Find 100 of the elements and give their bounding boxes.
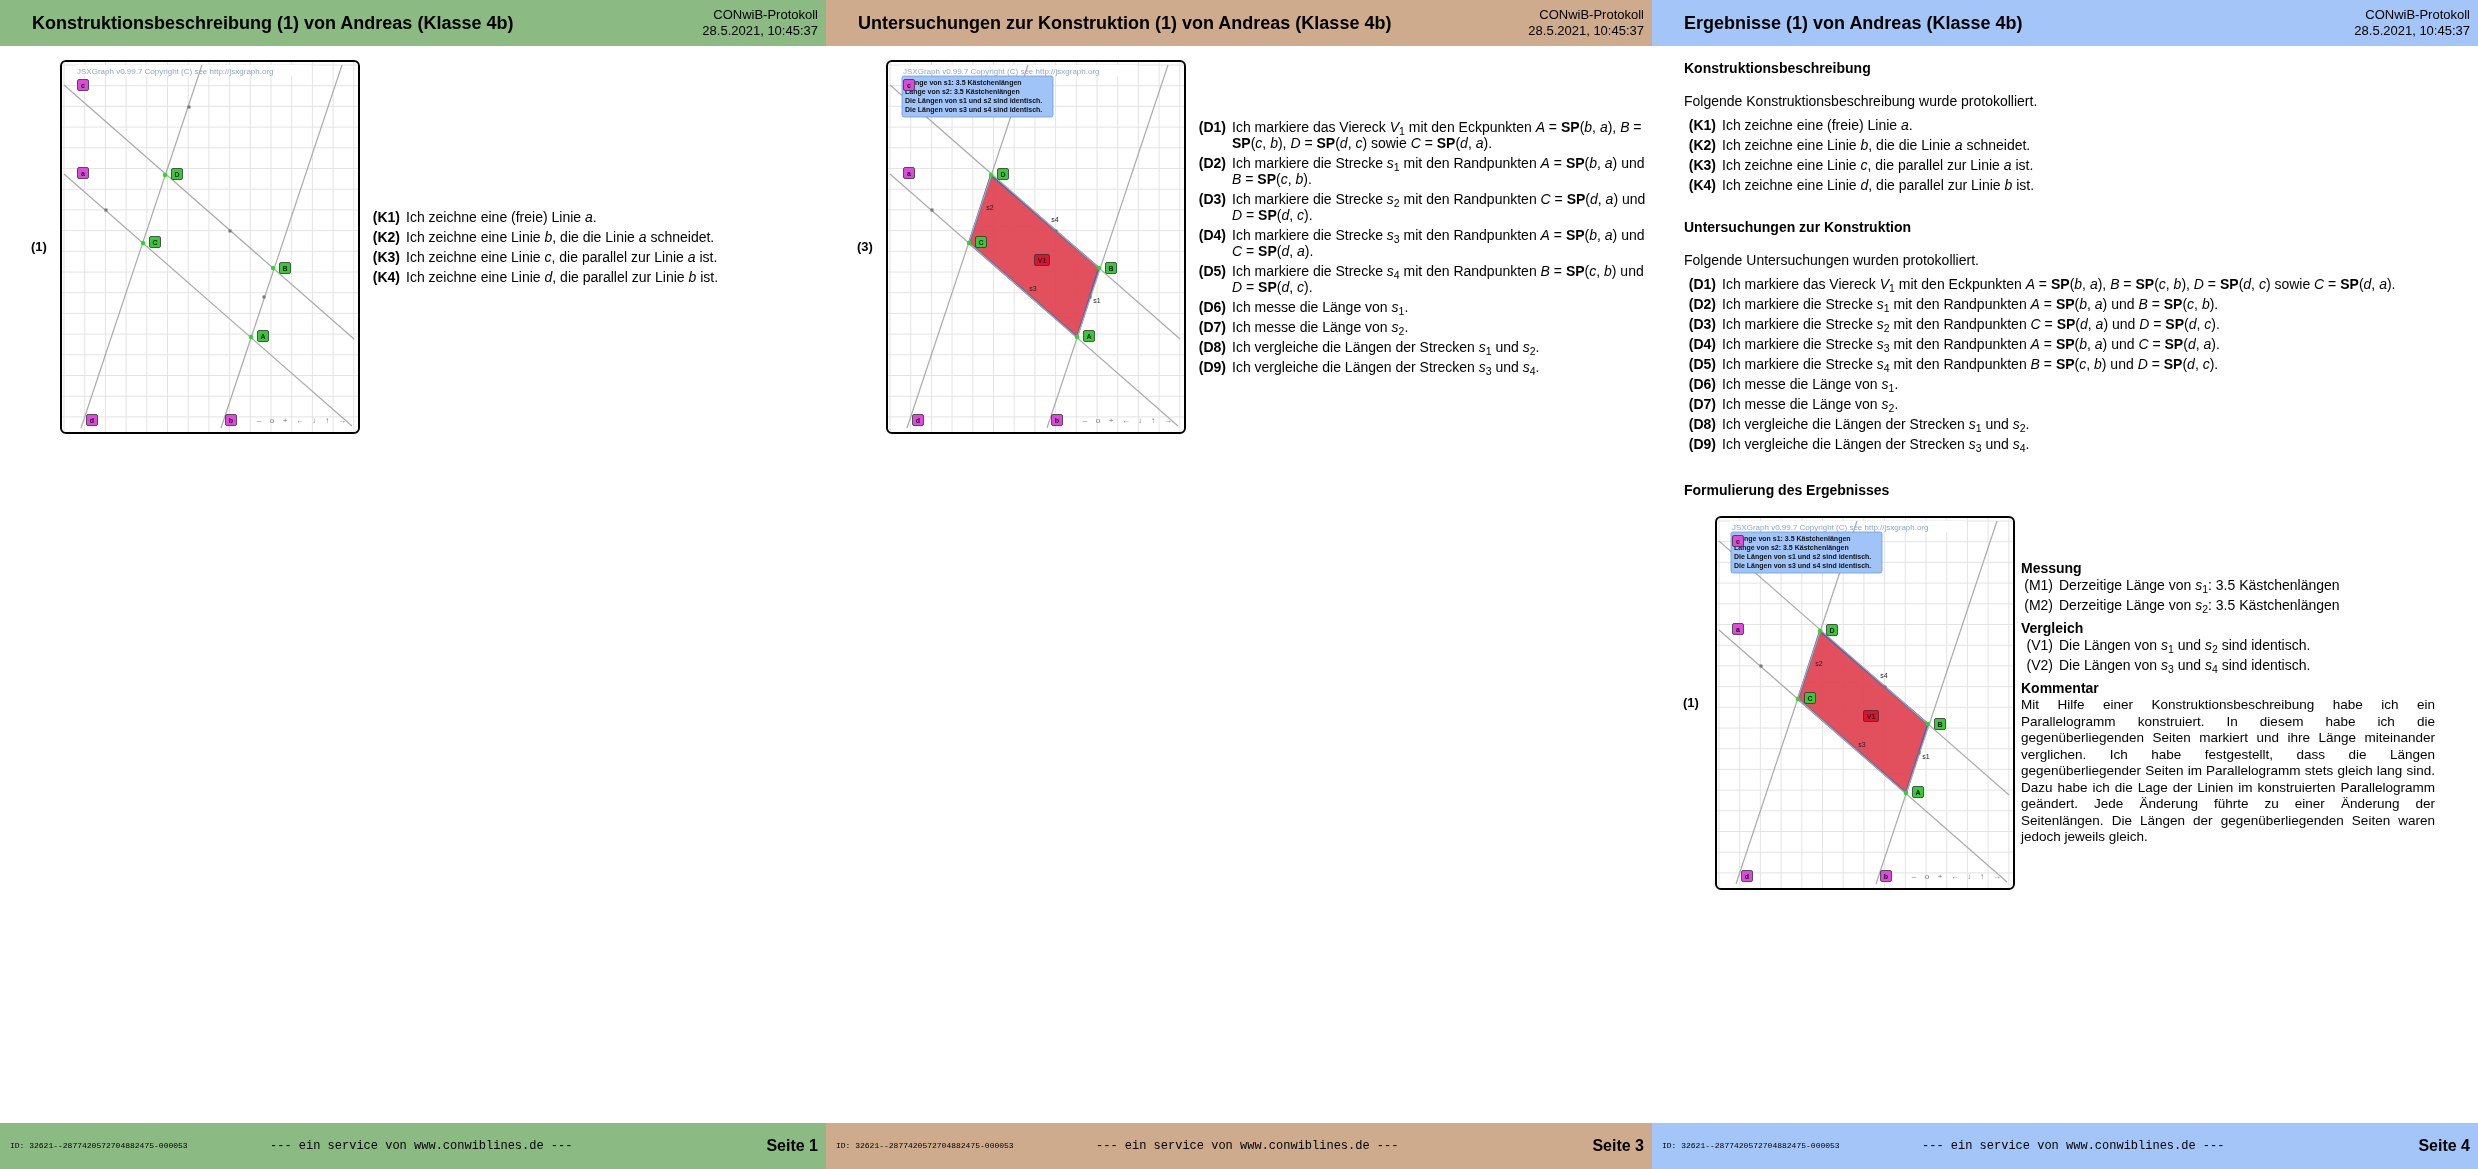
zoom-reset-button[interactable]: o [1095,416,1101,425]
step-label: (D9) [1197,359,1226,375]
pan-down-button[interactable]: ↓ [1967,872,1971,881]
step-text: Ich zeichne eine Linie b, die die Linie a schneidet. [406,229,716,245]
step-text: Ich vergleiche die Längen der Strecken s$_{3}$ und s$_{4}$. [1232,359,1541,375]
intersection-point[interactable] [162,172,168,178]
zoom-out-button[interactable]: – [1911,872,1917,881]
item-text: Die Längen von s$_{3}$ und s$_{4}$ sind identisch. [2059,657,2311,675]
step-label: (D4) [1687,336,1716,352]
glider-point[interactable] [262,295,266,299]
intersection-point[interactable] [1074,334,1080,340]
step-text: Ich markiere die Strecke s$_{4}$ mit den Randpunkten B = SP(c, b) und D = SP(d, c). [1722,356,2219,372]
step-label: (D3) [1687,316,1716,332]
pan-down-button[interactable]: ↓ [1138,416,1142,425]
step-text: Ich zeichne eine Linie d, die parallel zur Linie b ist. [406,269,720,285]
step-text: Ich markiere die Strecke s$_{3}$ mit den Randpunkten A = SP(b, a) und C = SP(d, a). [1722,336,2220,352]
zoom-reset-button[interactable]: o [1924,872,1930,881]
section-heading: Untersuchungen zur Konstruktion [1684,219,1913,235]
step-label: (D1) [1197,119,1226,137]
timestamp: 28.5.2021, 10:45:37 [702,23,818,39]
pan-right-button[interactable]: → [1164,416,1172,425]
intersection-point[interactable] [1903,790,1909,796]
zoom-out-button[interactable]: – [256,416,262,425]
step-text: Ich vergleiche die Längen der Strecken s$_{3}$ und s$_{4}$. [1722,436,2030,452]
step-text: Ich vergleiche die Längen der Strecken s$_{1}$ und s$_{2}$. [1722,416,2030,432]
step-label: (D5) [1687,356,1716,372]
step-text: Ich markiere die Strecke s$_{1}$ mit den Randpunkten A = SP(b, a) und B = SP(c, b). [1722,296,2219,312]
step-label: (K4) [371,269,400,285]
glider-point[interactable] [930,208,934,212]
page-title: Konstruktionsbeschreibung (1) von Andreas (Klasse 4b) [32,11,514,35]
intersection-point[interactable] [1795,696,1801,702]
step-text: Ich markiere die Strecke s$_{2}$ mit den Randpunkten C = SP(d, a) und D = SP(d, c). [1722,316,2220,332]
step-label: (D2) [1197,155,1226,173]
intersection-point[interactable] [1925,721,1931,727]
document-id: ID: 32621--2877420572704882475-000053 [836,1140,1015,1152]
intersection-point[interactable] [248,334,254,340]
glider-point[interactable] [1883,685,1887,689]
step-label: (D8) [1197,339,1226,355]
pan-up-button[interactable]: ↑ [1980,872,1984,881]
item-text: Die Längen von s$_{1}$ und s$_{2}$ sind identisch. [2059,637,2311,655]
step-label: (K3) [371,249,400,265]
document-id: ID: 32621--2877420572704882475-000053 [1662,1140,1841,1152]
item-text: Derzeitige Länge von s$_{1}$: 3.5 Kästchenlängen [2059,577,2340,595]
step-label: (K1) [1687,117,1716,133]
glider-point[interactable] [104,208,108,212]
protocol-name: CONwiB-Protokoll [713,7,818,23]
zoom-out-button[interactable]: – [1082,416,1088,425]
item-text: Derzeitige Länge von s$_{2}$: 3.5 Kästchenlängen [2059,597,2340,615]
pan-right-button[interactable]: → [1993,872,2001,881]
item-label: (V2) [2025,657,2053,675]
pan-left-button[interactable]: ← [1122,416,1130,425]
group-heading: Kommentar [2021,680,2100,698]
pan-down-button[interactable]: ↓ [312,416,316,425]
glider-point[interactable] [1088,295,1092,299]
step-text: Ich messe die Länge von s$_{2}$. [1232,319,1410,335]
pan-up-button[interactable]: ↑ [325,416,329,425]
section-intro: Folgende Untersuchungen wurden protokolliert. [1684,252,1980,268]
step-label: (D9) [1687,436,1716,452]
step-label: (D6) [1687,376,1716,392]
step-label: (D4) [1197,227,1226,245]
step-text: Ich messe die Länge von s$_{1}$. [1232,299,1410,315]
page-title: Untersuchungen zur Konstruktion (1) von Andreas (Klasse 4b) [858,11,1392,35]
pan-right-button[interactable]: → [338,416,346,425]
intersection-point[interactable] [140,240,146,246]
step-text: Ich zeichne eine Linie c, die parallel zur Linie a ist. [406,249,719,265]
glider-point[interactable] [1759,664,1763,668]
zoom-reset-button[interactable]: o [269,416,275,425]
intersection-point[interactable] [966,240,972,246]
intersection-point[interactable] [988,172,994,178]
intersection-point[interactable] [1096,265,1102,271]
glider-point[interactable] [1917,751,1921,755]
figure-number: (1) [31,238,48,257]
group-heading: Vergleich [2021,620,2085,638]
zoom-in-button[interactable]: + [1108,416,1114,425]
page-number: Seite 3 [1592,1136,1644,1156]
page-number: Seite 1 [766,1136,818,1156]
step-text: Ich zeichne eine (freie) Linie a. [1722,117,1913,133]
zoom-in-button[interactable]: + [1937,872,1943,881]
service-note: --- ein service von www.conwiblines.de --- [1096,1138,1399,1155]
section-heading: Konstruktionsbeschreibung [1684,60,1872,76]
page-title: Ergebnisse (1) von Andreas (Klasse 4b) [1684,11,2023,35]
pan-left-button[interactable]: ← [1951,872,1959,881]
glider-point[interactable] [228,229,232,233]
glider-point[interactable] [1054,229,1058,233]
item-label: (V1) [2025,637,2053,655]
figure-number: (3) [857,238,874,257]
step-text: Ich markiere die Strecke s$_{1}$ mit den Randpunkten A = SP(b, a) und B = SP(c, b). [1232,155,1646,187]
step-text: Ich messe die Länge von s$_{1}$. [1722,376,1899,392]
pan-left-button[interactable]: ← [296,416,304,425]
figure-number: (1) [1683,694,1700,713]
step-label: (D1) [1687,276,1716,292]
step-label: (K2) [371,229,400,245]
pan-up-button[interactable]: ↑ [1151,416,1155,425]
step-text: Ich zeichne eine Linie c, die parallel zur Linie a ist. [1722,157,2034,173]
intersection-point[interactable] [1817,628,1823,634]
zoom-in-button[interactable]: + [282,416,288,425]
step-label: (K1) [371,209,400,225]
glider-point[interactable] [187,105,191,109]
step-text: Ich markiere das Viereck V$_{1}$ mit den Eckpunkten A = SP(b, a), B = SP(c, b), D = SP(d, c) sowie C = SP(d, a). [1722,276,2396,292]
comment-text: Mit Hilfe einer Konstruktionsbeschreibung habe ich ein Parallelogramm konstruiert. In diesem habe ich die gegenüberliegenden Seiten markiert und ihre Länge miteinander verglichen. Ich habe festgestellt, dass die Längen gegenüberliegender Seiten im Parallelogramm stets gleich lang sind. Dazu habe ich die Lage der Linien im konstruierten Parallelogramm geändert. Jede Änderung führte zu einer Änderung der Seitenlängen. Die Längen der gegenüberliegenden Seiten waren jedoch jeweils gleich. [2021,697,2435,846]
